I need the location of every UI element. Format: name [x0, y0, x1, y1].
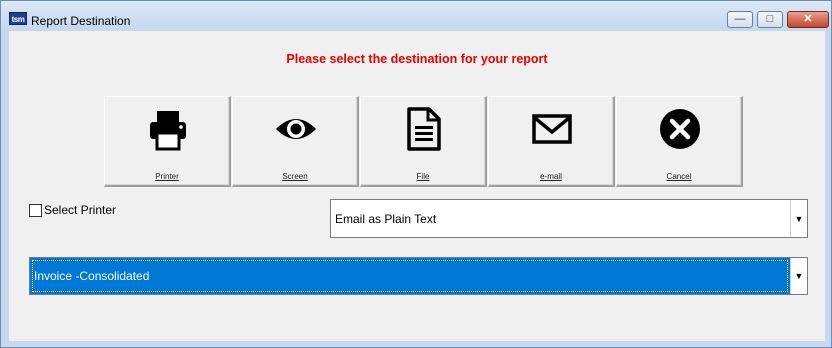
close-button[interactable]: ✕ [787, 11, 829, 28]
report-value: Invoice -Consolidated [34, 269, 150, 283]
window-title: Report Destination [31, 14, 131, 28]
email-button-label: e-mail [540, 172, 562, 181]
eye-icon [276, 119, 316, 139]
email-format-dropdown-arrow[interactable]: ▼ [790, 200, 807, 237]
minimize-icon: — [734, 13, 746, 25]
dialog-body: Please select the destination for your r… [9, 31, 825, 341]
cancel-button[interactable]: Cancel [616, 96, 743, 187]
printer-button[interactable]: Printer [104, 96, 231, 187]
file-icon [407, 107, 441, 151]
app-icon: tsm [9, 12, 27, 25]
envelope-icon [532, 114, 572, 144]
cancel-icon [660, 109, 700, 149]
select-printer-label[interactable]: Select Printer [44, 203, 116, 217]
file-button[interactable]: File [360, 96, 487, 187]
email-format-dropdown[interactable]: Email as Plain Text ▼ [330, 199, 808, 238]
maximize-icon: □ [766, 13, 774, 25]
title-bar[interactable]: tsm Report Destination — □ ✕ [1, 1, 831, 31]
email-format-value: Email as Plain Text [335, 212, 437, 226]
destination-prompt: Please select the destination for your r… [286, 52, 548, 66]
close-icon: ✕ [803, 13, 813, 25]
screen-button[interactable]: Screen [232, 96, 359, 187]
report-dropdown[interactable]: Invoice -Consolidated ▼ [29, 257, 808, 295]
printer-icon [150, 111, 186, 151]
screen-button-label: Screen [282, 172, 308, 181]
file-button-label: File [416, 172, 430, 181]
cancel-button-label: Cancel [666, 172, 692, 181]
email-button[interactable]: e-mail [488, 96, 615, 187]
maximize-button[interactable]: □ [757, 11, 783, 28]
report-dropdown-arrow[interactable]: ▼ [790, 258, 807, 294]
report-destination-window: tsm Report Destination — □ ✕ Please sele… [0, 0, 832, 348]
chevron-down-icon: ▼ [794, 271, 804, 281]
select-printer-checkbox[interactable] [29, 204, 42, 217]
printer-button-label: Printer [155, 172, 179, 181]
minimize-button[interactable]: — [727, 11, 753, 28]
chevron-down-icon: ▼ [794, 213, 804, 224]
